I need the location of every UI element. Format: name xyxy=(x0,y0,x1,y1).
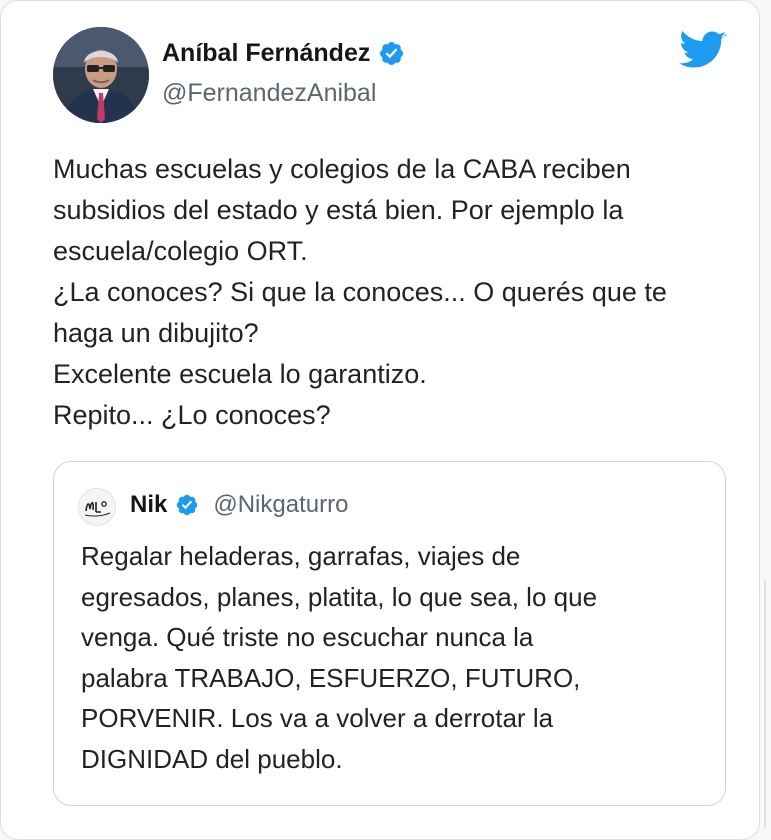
author-name[interactable]: Aníbal Fernández xyxy=(162,39,370,68)
tweet-body-line: Excelente escuela lo garantizo. xyxy=(53,359,427,389)
tweet-body-line: ¿La conoces? Si que la conoces... O quer… xyxy=(53,277,667,307)
quoted-author-row[interactable]: Nik @Nikgaturro xyxy=(130,491,348,519)
quoted-author-avatar[interactable] xyxy=(78,488,116,526)
tweet-body-line: Repito... ¿Lo conoces? xyxy=(53,400,331,430)
author-handle[interactable]: @FernandezAnibal xyxy=(162,79,376,108)
tweet-card[interactable]: Aníbal Fernández @FernandezAnibal Muchas… xyxy=(0,0,760,840)
author-avatar-image xyxy=(53,27,149,123)
quoted-body-line: palabra TRABAJO, ESFUERZO, FUTURO, xyxy=(81,662,581,693)
quoted-body-line: egresados, planes, platita, lo que sea, … xyxy=(81,581,598,612)
tweet-body-line: haga un dibujito? xyxy=(53,318,259,348)
author-name-row[interactable]: Aníbal Fernández xyxy=(162,39,405,68)
quoted-author-avatar-image xyxy=(79,489,115,525)
tweet-body-line: escuela/colegio ORT. xyxy=(53,236,308,266)
quoted-author-handle[interactable]: @Nikgaturro xyxy=(213,491,348,519)
author-avatar[interactable] xyxy=(53,27,149,123)
quoted-body-line: Regalar heladeras, garrafas, viajes de xyxy=(81,541,521,571)
quoted-body-line: DIGNIDAD del pueblo. xyxy=(81,743,343,774)
quoted-tweet-body: Regalar heladeras, garrafas, viajes de e… xyxy=(81,536,711,779)
adjacent-card-edge xyxy=(764,580,766,829)
tweet-body-line: subsidios del estado y está bien. Por ej… xyxy=(53,195,624,225)
quoted-body-line: PORVENIR. Los va a volver a derrotar la xyxy=(81,703,554,733)
verified-badge-icon xyxy=(177,494,198,516)
tweet-body-line: Muchas escuelas y colegios de la CABA re… xyxy=(53,154,631,184)
quoted-tweet[interactable]: Nik @Nikgaturro Regalar heladeras, garra… xyxy=(53,461,726,806)
quoted-body-line: venga. Qué triste no escuchar nunca la xyxy=(81,622,534,652)
tweet-body: Muchas escuelas y colegios de la CABA re… xyxy=(53,149,743,436)
verified-badge-icon xyxy=(380,41,404,66)
twitter-bird-icon[interactable] xyxy=(679,31,727,71)
quoted-author-name[interactable]: Nik xyxy=(130,491,167,519)
